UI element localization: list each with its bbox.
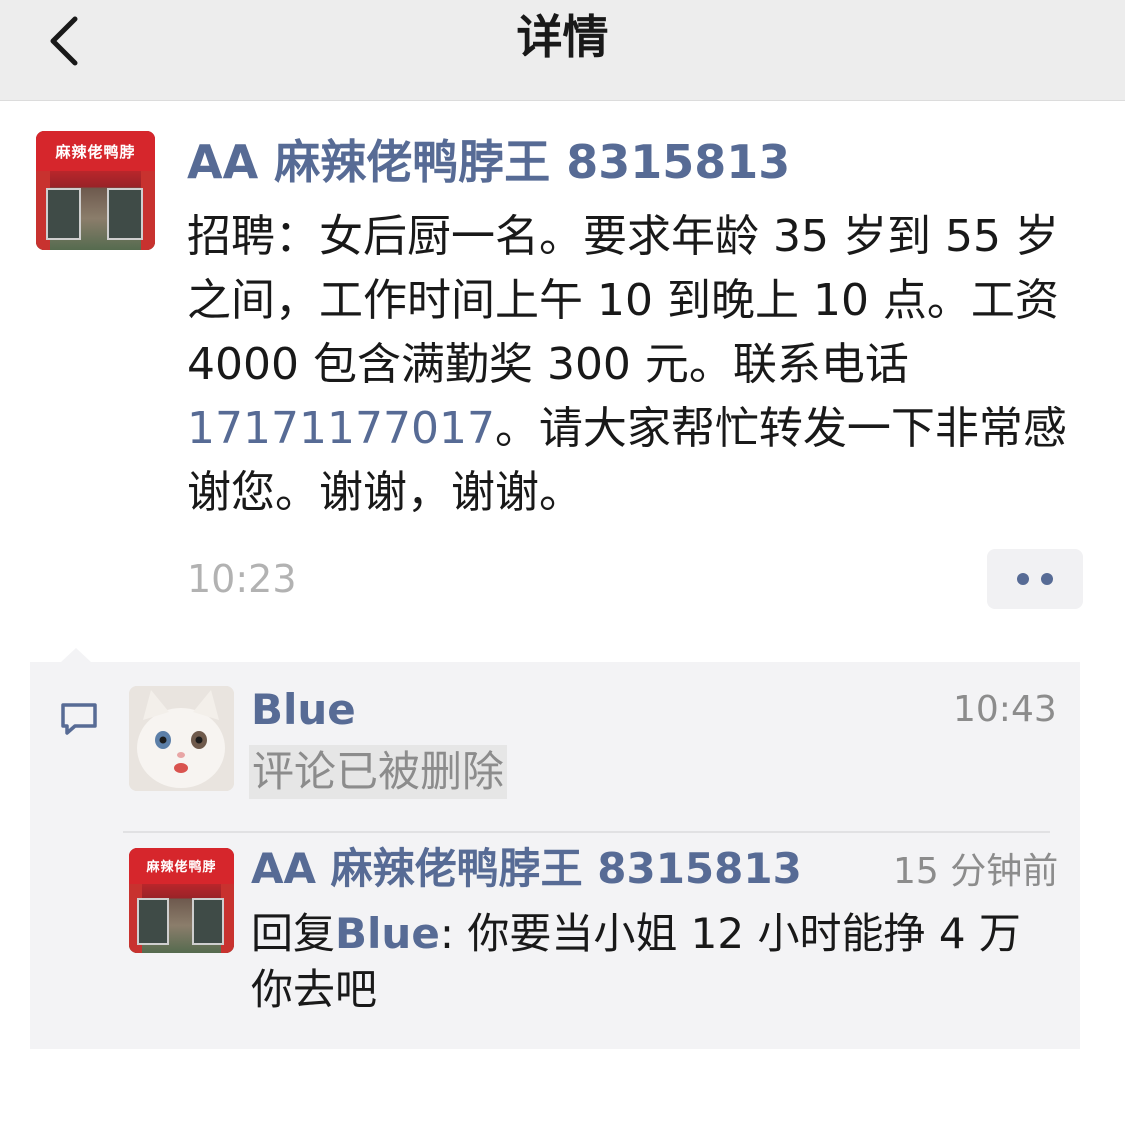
avatar-sign-text: 麻辣佬鸭脖 xyxy=(36,131,155,172)
comment-time: 10:43 xyxy=(953,689,1057,730)
post-time: 10:23 xyxy=(187,557,297,601)
avatar-sign-text: 麻辣佬鸭脖 xyxy=(129,848,234,884)
reply-time: 15 分钟前 xyxy=(893,851,1059,892)
comment-bubble-icon xyxy=(61,703,97,735)
reply-author-name[interactable]: AA 麻辣佬鸭脖王 8315813 xyxy=(251,843,802,895)
phone-link[interactable]: 17171177017 xyxy=(187,403,495,454)
post-text-main: 招聘：女后厨一名。要求年龄 35 岁到 55 岁之间，工作时间上午 10 到晚上… xyxy=(187,211,1059,390)
comment-deleted-text: 评论已被删除 xyxy=(249,745,508,799)
comment-divider xyxy=(123,831,1050,833)
more-dots-icon xyxy=(1017,573,1053,585)
comment-avatar-blue[interactable] xyxy=(129,686,234,791)
reply-text[interactable]: 回复Blue: 你要当小姐 12 小时能挣 4 万你去吧 xyxy=(251,906,1041,1018)
comment-avatar-shop[interactable]: 麻辣佬鸭脖 xyxy=(129,848,234,953)
post-author-avatar[interactable]: 麻辣佬鸭脖 xyxy=(36,131,155,250)
cat-face-image xyxy=(129,686,234,791)
page-title: 详情 xyxy=(516,10,609,64)
post-text: 招聘：女后厨一名。要求年龄 35 岁到 55 岁之间，工作时间上午 10 到晚上… xyxy=(187,205,1097,525)
reply-prefix: 回复 xyxy=(251,909,336,958)
comment-author-name[interactable]: Blue xyxy=(251,684,356,736)
comments-caret xyxy=(60,648,92,663)
more-actions-button[interactable] xyxy=(987,549,1083,609)
reply-to-name[interactable]: Blue xyxy=(335,909,440,958)
post-author-name[interactable]: AA 麻辣佬鸭脖王 8315813 xyxy=(187,132,790,192)
reply-separator: : xyxy=(439,909,468,958)
navbar: 详情 xyxy=(0,0,1125,101)
